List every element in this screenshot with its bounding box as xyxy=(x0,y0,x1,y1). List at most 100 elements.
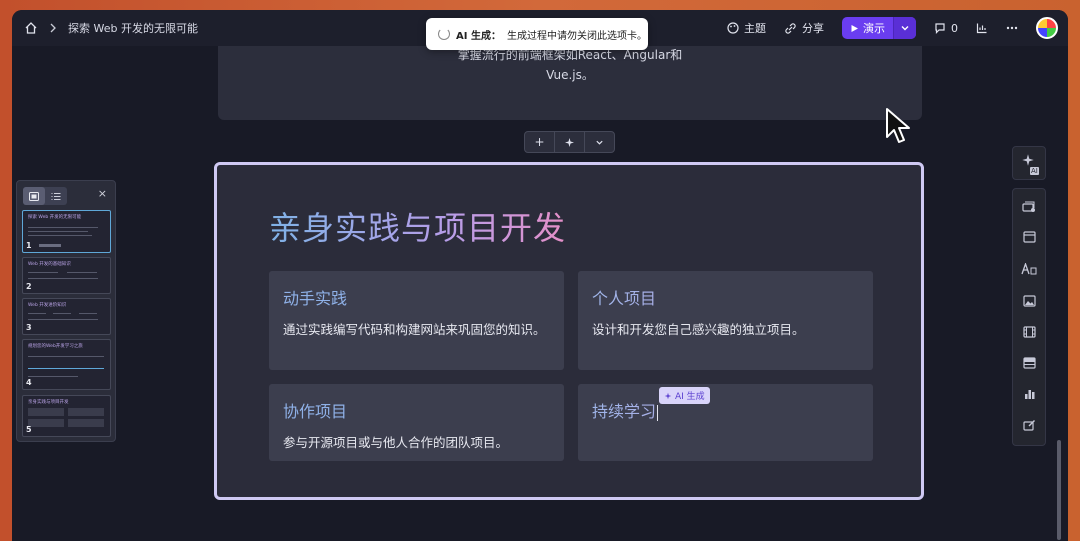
analytics-icon[interactable] xyxy=(976,22,988,34)
scroll-thumb[interactable] xyxy=(1057,440,1061,540)
slide-thumbnail[interactable]: 亲身实践与项目开发 5 xyxy=(22,395,111,437)
insert-card-toolbar: + xyxy=(524,131,615,153)
share-button[interactable]: 分享 xyxy=(784,20,824,36)
card-title: 协作项目 xyxy=(283,402,348,421)
thumbnail-image xyxy=(39,244,61,247)
ai-assistant-button[interactable]: AI xyxy=(1012,146,1046,180)
content-card-continuous-learning[interactable]: 持续学习 xyxy=(578,384,873,461)
toast-message: 生成过程中请勿关闭此选项卡。 xyxy=(506,30,647,42)
previous-card-line2: Vue.js。 xyxy=(546,68,594,82)
present-dropdown-button[interactable] xyxy=(893,17,916,39)
thumbnail-number: 5 xyxy=(26,425,32,434)
theme-label: 主题 xyxy=(744,22,766,35)
grid-view-icon xyxy=(29,191,39,201)
chevron-right-icon xyxy=(48,23,58,33)
slide-title[interactable]: 亲身实践与项目开发 xyxy=(269,203,566,249)
thumbnail-number: 4 xyxy=(26,378,32,387)
ai-add-card-button[interactable] xyxy=(554,132,584,152)
ai-generation-toast: AI 生成： 生成过程中请勿关闭此选项卡。 xyxy=(426,18,648,50)
sparkle-icon xyxy=(564,137,575,148)
thumbnail-line xyxy=(28,376,78,377)
breadcrumb-title[interactable]: 探索 Web 开发的无限可能 xyxy=(68,20,198,36)
present-button-group: 演示 xyxy=(842,17,916,39)
timeline-line xyxy=(28,368,104,369)
thumbnail-box xyxy=(68,419,104,427)
text-icon[interactable] xyxy=(1013,263,1045,275)
comment-icon xyxy=(934,22,946,34)
close-panel-button[interactable]: × xyxy=(98,187,107,200)
slide-thumbnail[interactable]: Web 开发进阶知识 3 xyxy=(22,298,111,335)
thumbnail-line xyxy=(28,313,46,314)
thumbnail-title: 探索 Web 开发的无限可能 xyxy=(28,215,82,220)
insert-tools-rail xyxy=(1012,188,1046,446)
link-icon xyxy=(784,22,797,35)
avatar[interactable] xyxy=(1036,17,1058,39)
play-icon xyxy=(850,24,859,33)
layout-icon[interactable] xyxy=(1013,231,1045,243)
list-view-tab[interactable] xyxy=(45,187,67,205)
toast-title: AI 生成： xyxy=(456,30,501,42)
thumbnail-number: 1 xyxy=(26,241,32,250)
share-label: 分享 xyxy=(802,22,824,35)
slide-thumbnail[interactable]: 探索 Web 开发的无限可能 1 xyxy=(22,210,111,253)
thumbnail-box xyxy=(28,419,64,427)
slide-thumbnail[interactable]: Web 开发的基础知识 2 xyxy=(22,257,111,294)
scrollbar[interactable] xyxy=(1055,70,1063,540)
card-body: 通过实践编写代码和构建网站来巩固您的知识。 xyxy=(283,322,546,337)
thumbnail-box xyxy=(68,408,104,416)
previous-card[interactable]: 掌握流行的前端框架如React、Angular和 Vue.js。 xyxy=(218,46,922,120)
edit-icon[interactable] xyxy=(1013,419,1045,431)
card-title: 个人项目 xyxy=(592,285,859,309)
text-caret xyxy=(657,404,659,421)
thumbnail-line xyxy=(28,272,58,273)
chart-icon[interactable] xyxy=(1013,388,1045,400)
insert-options-dropdown[interactable] xyxy=(584,132,614,152)
video-icon[interactable] xyxy=(1013,326,1045,338)
thumbnail-line xyxy=(28,319,98,320)
thumbnail-title: 亲身实践与项目开发 xyxy=(28,400,69,405)
table-icon[interactable] xyxy=(1013,357,1045,369)
theme-button[interactable]: 主题 xyxy=(727,20,766,36)
chevron-down-icon xyxy=(900,23,910,33)
card-body: 设计和开发您自己感兴趣的独立项目。 xyxy=(592,322,805,337)
sparkle-icon xyxy=(1021,153,1035,167)
sparkle-icon xyxy=(664,392,672,400)
thumbnail-title: Web 开发的基础知识 xyxy=(28,262,71,267)
ai-badge: AI xyxy=(1030,167,1039,175)
content-card-hands-on[interactable]: 动手实践 通过实践编写代码和构建网站来巩固您的知识。 xyxy=(269,271,564,370)
content-card-collaboration[interactable]: 协作项目 参与开源项目或与他人合作的团队项目。 xyxy=(269,384,564,461)
thumbnail-number: 2 xyxy=(26,282,32,291)
thumbnail-line xyxy=(28,227,98,228)
plus-icon: + xyxy=(534,135,545,149)
add-card-button[interactable]: + xyxy=(525,132,554,152)
thumbnail-line xyxy=(28,278,98,279)
card-icon[interactable] xyxy=(1013,201,1045,213)
thumbnail-line xyxy=(28,356,104,357)
present-button[interactable]: 演示 xyxy=(842,20,893,36)
thumbnail-number: 3 xyxy=(26,323,32,332)
ai-generating-tag: AI 生成 xyxy=(659,387,710,404)
image-icon[interactable] xyxy=(1013,295,1045,307)
content-card-personal-projects[interactable]: 个人项目 设计和开发您自己感兴趣的独立项目。 xyxy=(578,271,873,370)
ai-tag-label: AI 生成 xyxy=(675,392,705,402)
thumbnail-title: Web 开发进阶知识 xyxy=(28,303,67,308)
home-icon[interactable] xyxy=(24,21,38,35)
active-slide[interactable]: 亲身实践与项目开发 动手实践 通过实践编写代码和构建网站来巩固您的知识。 个人项… xyxy=(214,162,924,500)
thumbnail-line xyxy=(28,231,88,232)
mouse-cursor-icon xyxy=(885,107,911,149)
chevron-down-icon xyxy=(595,138,604,147)
slide-thumbnails-panel: × 探索 Web 开发的无限可能 1 Web 开发的基础知识 2 Web 开发进… xyxy=(16,180,116,442)
panel-view-tabs xyxy=(23,187,67,205)
thumbnail-view-tab[interactable] xyxy=(23,187,45,205)
comments-button[interactable]: 0 xyxy=(934,22,958,35)
thumbnail-line xyxy=(79,313,97,314)
thumbnail-line xyxy=(67,272,97,273)
more-icon[interactable] xyxy=(1006,26,1018,30)
app-window: 探索 Web 开发的无限可能 主题 分享 演示 0 AI 生成： 生成过程中请勿… xyxy=(12,10,1068,541)
slide-thumbnail[interactable]: 规划您的Web开发学习之旅 4 xyxy=(22,339,111,390)
thumbnail-box xyxy=(28,408,64,416)
comments-count: 0 xyxy=(951,21,958,35)
card-body: 参与开源项目或与他人合作的团队项目。 xyxy=(283,435,509,450)
thumbnail-line xyxy=(53,313,71,314)
list-view-icon xyxy=(51,192,61,201)
